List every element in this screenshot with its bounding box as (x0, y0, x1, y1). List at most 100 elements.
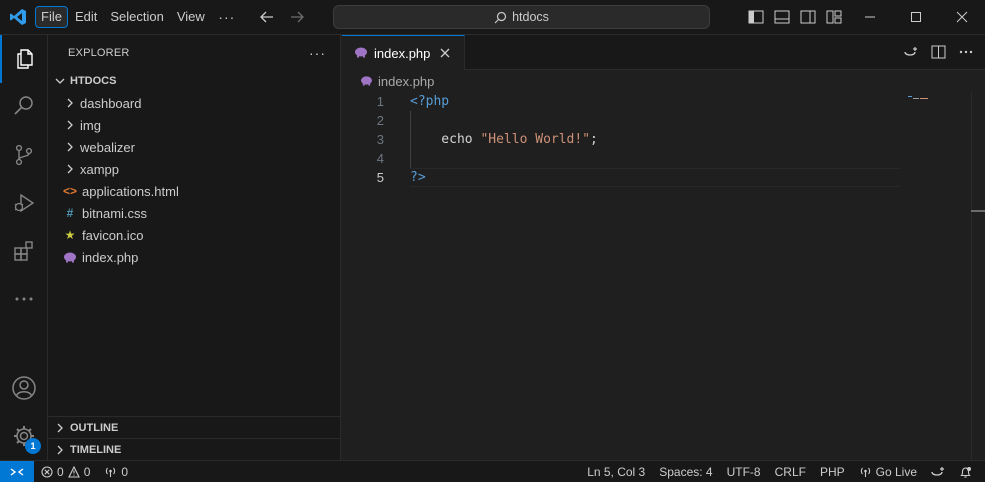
eol-label: CRLF (774, 465, 806, 479)
broadcast-icon (106, 467, 116, 477)
toggle-secondary-sidebar-icon[interactable] (797, 6, 819, 28)
ports-count: 0 (121, 464, 129, 479)
chevron-right-icon (62, 161, 78, 177)
minimize-icon[interactable] (847, 0, 893, 34)
line-number: 2 (376, 113, 384, 128)
workspace-root-header[interactable]: HTDOCS (48, 70, 340, 92)
status-bar: 0 0 0 Ln 5, Col 3 Spaces: 4 UTF-8 CRLF P… (0, 460, 985, 482)
tree-folder-dashboard[interactable]: dashboard (48, 92, 340, 114)
code-text: <?php (410, 94, 449, 109)
tree-folder-webalizer[interactable]: webalizer (48, 136, 340, 158)
search-icon[interactable] (0, 81, 48, 129)
timeline-label: TIMELINE (70, 443, 122, 456)
split-editor-icon[interactable] (929, 42, 947, 62)
cursor-position-label: Ln 5, Col 3 (587, 465, 646, 479)
line-number: 1 (376, 94, 384, 109)
breadcrumb-file[interactable]: index.php (378, 74, 434, 89)
scrollbar-cursor-marker (971, 210, 985, 212)
chevron-right-icon (52, 442, 68, 458)
menu-bar: File Edit Selection View ··· (35, 0, 242, 35)
menu-selection[interactable]: Selection (104, 6, 169, 28)
outline-section-header[interactable]: OUTLINE (48, 416, 341, 438)
close-tab-icon[interactable] (436, 44, 454, 62)
close-window-icon[interactable] (939, 0, 985, 34)
account-icon[interactable] (0, 364, 48, 412)
tree-folder-img[interactable]: img (48, 114, 340, 136)
folder-label: xampp (80, 161, 120, 177)
customize-layout-icon[interactable] (823, 6, 845, 28)
code-line[interactable]: 4 (342, 149, 902, 168)
menu-edit[interactable]: Edit (69, 6, 103, 28)
activity-bar: 1 (0, 35, 48, 460)
chevron-right-icon (62, 139, 78, 155)
folder-label: webalizer (80, 139, 135, 155)
editor-scrollbar[interactable] (971, 92, 985, 460)
menu-file[interactable]: File (35, 6, 68, 28)
maximize-icon[interactable] (893, 0, 939, 34)
back-arrow-icon[interactable] (252, 5, 282, 29)
settings-gear-icon[interactable]: 1 (0, 412, 48, 460)
warning-icon (67, 465, 80, 478)
notifications-bell-icon[interactable] (952, 461, 979, 482)
vscode-logo-icon (0, 0, 35, 35)
explorer-icon[interactable] (0, 35, 48, 83)
eol-status[interactable]: CRLF (768, 461, 813, 482)
live-share-status-icon[interactable] (924, 461, 952, 482)
tab-label: index.php (374, 45, 431, 61)
minimap[interactable] (908, 96, 932, 100)
more-views-icon[interactable] (0, 275, 48, 323)
code-line[interactable]: 1 <?php (342, 92, 902, 111)
timeline-section-header[interactable]: TIMELINE (48, 438, 341, 460)
menu-view[interactable]: View (171, 6, 211, 28)
ports-status[interactable]: 0 (97, 461, 135, 482)
settings-update-badge: 1 (25, 438, 41, 454)
remote-indicator-icon[interactable] (0, 460, 34, 482)
workspace-root-label: HTDOCS (70, 75, 117, 87)
source-control-icon[interactable] (0, 131, 48, 179)
forward-arrow-icon[interactable] (282, 5, 312, 29)
editor-actions (901, 42, 975, 62)
breadcrumb: index.php (342, 70, 985, 92)
chevron-right-icon (62, 95, 78, 111)
more-menu-button[interactable]: ··· (212, 9, 242, 25)
toggle-panel-icon[interactable] (771, 6, 793, 28)
code-line[interactable]: 5 ?> (342, 168, 902, 187)
command-center-search[interactable]: htdocs (333, 5, 710, 29)
warning-count: 0 (83, 464, 91, 479)
tree-file-index-php[interactable]: index.php (48, 246, 340, 268)
code-editor[interactable]: 1 <?php 2 3 echo "Hello World!"; 4 5 ?> (342, 92, 902, 187)
toggle-primary-sidebar-icon[interactable] (745, 6, 767, 28)
tree-file-applications-html[interactable]: <> applications.html (48, 180, 340, 202)
explorer-more-button[interactable]: ··· (309, 45, 326, 61)
sidebar-title: EXPLORER (68, 46, 130, 59)
code-text: ?> (410, 170, 426, 185)
file-label: bitnami.css (82, 205, 148, 221)
extensions-icon[interactable] (0, 227, 48, 275)
cursor-position[interactable]: Ln 5, Col 3 (580, 461, 652, 482)
go-live-button[interactable]: Go Live (852, 461, 924, 482)
code-line[interactable]: 3 echo "Hello World!"; (342, 130, 902, 149)
indentation-status[interactable]: Spaces: 4 (652, 461, 719, 482)
error-count: 0 (57, 464, 64, 479)
code-token: <?php (410, 94, 450, 109)
error-icon (41, 465, 53, 478)
sidebar-header: EXPLORER ··· (48, 35, 340, 70)
problems-status[interactable]: 0 0 (34, 461, 97, 482)
run-and-debug-icon[interactable] (0, 179, 48, 227)
tree-file-favicon-ico[interactable]: ★ favicon.ico (48, 224, 340, 246)
tree-folder-xampp[interactable]: xampp (48, 158, 340, 180)
indentation-label: Spaces: 4 (659, 465, 713, 479)
code-token: ?> (410, 170, 426, 185)
command-center-label: htdocs (512, 10, 549, 24)
file-label: index.php (82, 249, 139, 265)
encoding-status[interactable]: UTF-8 (720, 461, 768, 482)
php-elephant-icon (62, 249, 78, 265)
navigation-arrows (252, 5, 312, 29)
language-mode[interactable]: PHP (813, 461, 852, 482)
tab-index-php[interactable]: index.php (342, 35, 466, 70)
tree-file-bitnami-css[interactable]: # bitnami.css (48, 202, 340, 224)
code-line[interactable]: 2 (342, 111, 902, 130)
live-share-icon[interactable] (901, 42, 919, 62)
editor-more-icon[interactable] (957, 42, 975, 62)
file-label: applications.html (82, 183, 179, 199)
